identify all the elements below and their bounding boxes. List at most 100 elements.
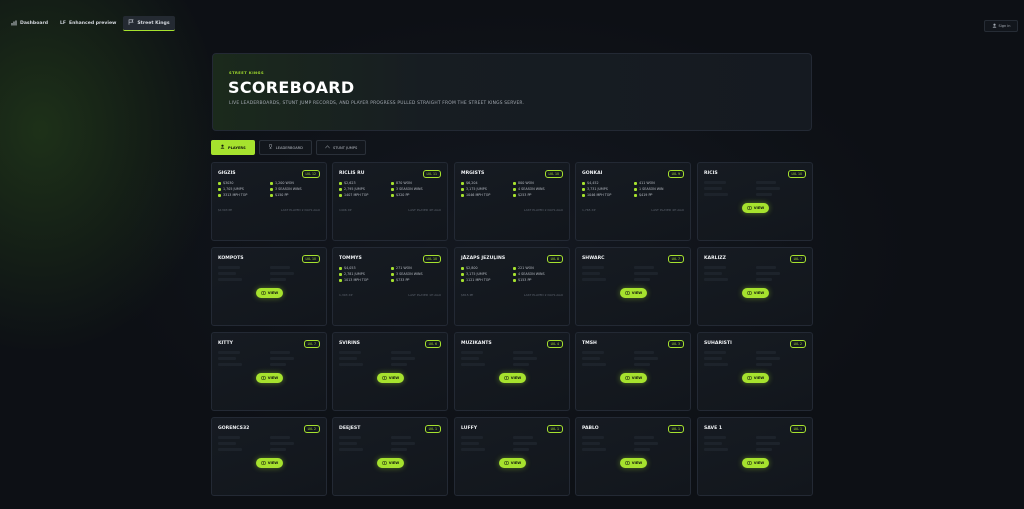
player-card[interactable]: KITTY LVL 7 VIEW xyxy=(211,332,327,411)
player-card[interactable]: MRGISTS LVL 10 $6,204 800 WON 3,175 JUMPS 4 S… xyxy=(454,162,570,241)
view-button[interactable]: VIEW xyxy=(620,458,647,468)
player-card[interactable]: RICLIS RU LVL 11 $2,623 870 WON 2,795 JUMPS 3… xyxy=(332,162,448,241)
player-name: SHWARC xyxy=(582,256,605,261)
stat-item: 800 WON xyxy=(513,181,534,185)
stat-icon xyxy=(391,187,394,191)
stat-icon xyxy=(339,266,342,270)
tab-stunt-jumps[interactable]: STUNT JUMPS xyxy=(315,140,367,155)
nav-item-street-kings[interactable]: Street Kings xyxy=(123,16,175,31)
stat-value: 3,175 JUMPS xyxy=(466,187,487,191)
user-button[interactable]: Sign in xyxy=(984,20,1018,32)
stat-icon xyxy=(218,193,221,197)
player-card[interactable]: GORENCS32 LVL 2 VIEW xyxy=(211,417,327,496)
bar-chart-icon xyxy=(11,20,17,28)
eye-icon xyxy=(746,376,752,381)
player-name: LUFFY xyxy=(461,426,478,431)
stat-placeholder xyxy=(270,278,286,281)
view-button[interactable]: VIEW xyxy=(620,288,647,298)
stat-placeholder xyxy=(391,448,407,451)
stat-item: 3 SEASON WINS xyxy=(391,187,423,191)
tab-players[interactable]: PLAYERS xyxy=(211,140,255,155)
level-badge: LVL 3 xyxy=(667,340,684,348)
stat-item: $4,053 xyxy=(339,266,356,270)
view-button[interactable]: VIEW xyxy=(499,373,526,383)
player-card[interactable]: SVIRINS LVL 6 VIEW xyxy=(332,332,448,411)
view-button[interactable]: VIEW xyxy=(377,373,404,383)
stat-value: $320 PP xyxy=(396,193,410,197)
view-button[interactable]: VIEW xyxy=(256,458,283,468)
stat-placeholder xyxy=(634,436,654,439)
stat-item: 870 WON xyxy=(391,181,412,185)
player-card[interactable]: SUHARISTI LVL 2 VIEW xyxy=(697,332,813,411)
last-played: LAST PLAYED 4H AGO xyxy=(408,208,441,212)
stat-value: $733 PP xyxy=(396,278,410,282)
view-button[interactable]: VIEW xyxy=(742,373,769,383)
player-card[interactable]: PABLO LVL 1 VIEW xyxy=(575,417,691,496)
level-badge: LVL 11 xyxy=(422,170,441,178)
user-icon xyxy=(992,23,997,29)
player-card[interactable]: LUFFY LVL 1 VIEW xyxy=(454,417,570,496)
stat-placeholder xyxy=(218,351,240,354)
player-card[interactable]: DEEJEST LVL 1 VIEW xyxy=(332,417,448,496)
stat-item: 3,175 JUMPS xyxy=(461,272,487,276)
nav-item-enhanced-preview[interactable]: LF Enhanced preview xyxy=(55,16,121,31)
nav-item-label: Enhanced preview xyxy=(68,21,117,26)
stat-placeholder xyxy=(634,448,650,451)
stat-placeholder xyxy=(270,266,290,269)
nav-item-dashboard[interactable]: Dashboard xyxy=(6,16,53,31)
eye-icon xyxy=(260,461,266,466)
player-name: JĀZAPS JEZUĻINS xyxy=(461,256,506,261)
view-button[interactable]: VIEW xyxy=(499,458,526,468)
eye-icon xyxy=(381,376,387,381)
view-tabs: PLAYERS LEADERBOARD STUNT JUMPS xyxy=(211,140,367,155)
view-button[interactable]: VIEW xyxy=(256,288,283,298)
stat-placeholder xyxy=(218,363,242,366)
stat-placeholder xyxy=(756,181,776,184)
view-button[interactable]: VIEW xyxy=(256,373,283,383)
nav-item-label: Street Kings xyxy=(137,20,170,26)
stat-item: $150 PP xyxy=(270,193,288,197)
player-card[interactable]: JĀZAPS JEZUĻINS LVL 8 $2,800 221 WON 3,175 J… xyxy=(454,247,570,326)
eye-icon xyxy=(746,206,752,211)
stat-item: 271 WON xyxy=(391,266,412,270)
view-button[interactable]: VIEW xyxy=(742,203,769,213)
stat-placeholder xyxy=(704,272,722,275)
player-card[interactable]: TMSH LVL 3 VIEW xyxy=(575,332,691,411)
eye-icon xyxy=(624,291,630,296)
eye-icon xyxy=(746,461,752,466)
footer-left: $815 PP xyxy=(461,293,474,297)
stat-placeholder xyxy=(582,357,600,360)
view-button[interactable]: VIEW xyxy=(742,458,769,468)
card-footer: $1303 PP LAST PLAYED 2 DAYS AGO xyxy=(218,208,320,212)
stat-value: 1 SEASON WIN xyxy=(639,187,664,191)
stat-placeholder xyxy=(634,363,650,366)
player-card[interactable]: SHWARC LVL 7 VIEW xyxy=(575,247,691,326)
player-card[interactable]: GONKAI LVL 9 $4,452 411 WON 3,731 JUMPS 1 SEA… xyxy=(575,162,691,241)
stat-item: $733 PP xyxy=(391,278,409,282)
view-button[interactable]: VIEW xyxy=(377,458,404,468)
player-card[interactable]: MUZIKANTS LVL 4 VIEW xyxy=(454,332,570,411)
view-button[interactable]: VIEW xyxy=(620,373,647,383)
player-card[interactable]: KARLIZZ LVL 7 VIEW xyxy=(697,247,813,326)
stat-item: 1,705 JUMPS xyxy=(218,187,244,191)
player-name: SUHARISTI xyxy=(704,341,732,346)
player-card[interactable]: TOMMYS LVL 10 $4,053 271 WON 2,781 JUMPS 3 SE… xyxy=(332,247,448,326)
stat-placeholder xyxy=(582,436,604,439)
stat-placeholder xyxy=(461,436,483,439)
card-footer: $815 PP LAST PLAYED 2 DAYS AGO xyxy=(461,293,563,297)
tab-leaderboard[interactable]: LEADERBOARD xyxy=(258,140,312,155)
player-card[interactable]: SAVE 1 LVL 1 VIEW xyxy=(697,417,813,496)
stat-placeholder xyxy=(634,278,650,281)
stat-item: $419 PP xyxy=(634,193,652,197)
stat-value: 4 SEASON WINS xyxy=(518,272,545,276)
stat-item: 4 SEASON WINS xyxy=(513,187,545,191)
player-name: KITTY xyxy=(218,341,233,346)
player-card[interactable]: KOMPOTS LVL 10 VIEW xyxy=(211,247,327,326)
player-card[interactable]: RICIS LVL 10 VIEW xyxy=(697,162,813,241)
stat-placeholder xyxy=(218,448,242,451)
player-card[interactable]: GIGZIS LVL 12 $3030 1,200 WON 1,705 JUMPS 3 S… xyxy=(211,162,327,241)
stat-placeholder xyxy=(582,278,606,281)
stat-placeholder xyxy=(270,448,286,451)
stat-placeholder xyxy=(513,363,529,366)
view-button[interactable]: VIEW xyxy=(742,288,769,298)
